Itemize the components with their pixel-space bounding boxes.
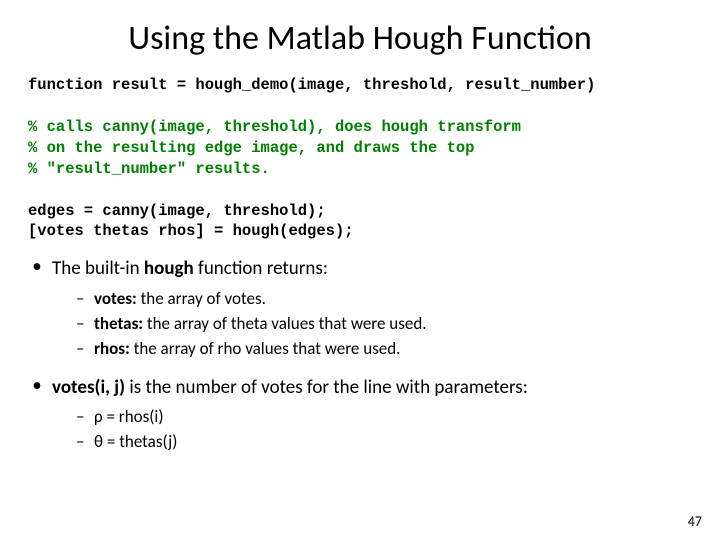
dash-icon: – [76,313,90,336]
sub-text: θ = thetas(j) [94,431,177,452]
bullet-1-text: The built-in hough function returns: [52,257,328,280]
dash-icon: – [76,406,90,429]
bullet-1-sub-1: –votes: the array of votes. [76,288,692,311]
bullet-1-bold: hough [144,257,194,280]
bullet-2-sub-2: –θ = thetas(j) [76,431,692,454]
code-block: function result = hough_demo(image, thre… [28,75,692,242]
sub-bold: votes: [94,288,137,309]
bullet-2-post: is the number of votes for the line with… [125,376,528,399]
sub-bold: rhos: [94,338,130,359]
bullet-dot-icon: • [28,254,46,280]
page-number: 47 [688,513,702,530]
bullet-2-sub-1: –ρ = rhos(i) [76,406,692,429]
sub-rest: the array of theta values that were used… [143,313,426,334]
bullet-1-sub-2: –thetas: the array of theta values that … [76,313,692,336]
bullet-dot-icon: • [28,373,46,399]
bullet-1-sub-3: –rhos: the array of rho values that were… [76,338,692,361]
dash-icon: – [76,288,90,311]
bullet-1-post: function returns: [194,257,328,280]
slide: Using the Matlab Hough Function function… [0,0,720,540]
sub-text: ρ = rhos(i) [94,406,164,427]
sub-bold: thetas: [94,313,143,334]
sub-rest: the array of votes. [137,288,266,309]
code-comment-3: % "result_number" results. [28,160,270,178]
bullet-1: • The built-in hough function returns: [28,256,692,282]
bullet-list: •The built-in hough function returns: –v… [28,256,692,454]
sub-rest: the array of rho values that were used. [130,338,401,359]
dash-icon: – [76,338,90,361]
code-signature: function result = hough_demo(image, thre… [28,76,595,94]
code-comment-1: % calls canny(image, threshold), does ho… [28,118,521,136]
slide-title: Using the Matlab Hough Function [28,18,692,59]
code-line-1: edges = canny(image, threshold); [28,202,326,220]
code-comment-2: % on the resulting edge image, and draws… [28,139,474,157]
bullet-2: • votes(i, j) is the number of votes for … [28,375,692,401]
code-line-2: [votes thetas rhos] = hough(edges); [28,222,354,240]
bullet-2-bold: votes(i, j) [52,376,125,399]
bullet-1-pre: The built-in [52,257,144,280]
bullet-2-text: votes(i, j) is the number of votes for t… [52,376,528,399]
dash-icon: – [76,431,90,454]
